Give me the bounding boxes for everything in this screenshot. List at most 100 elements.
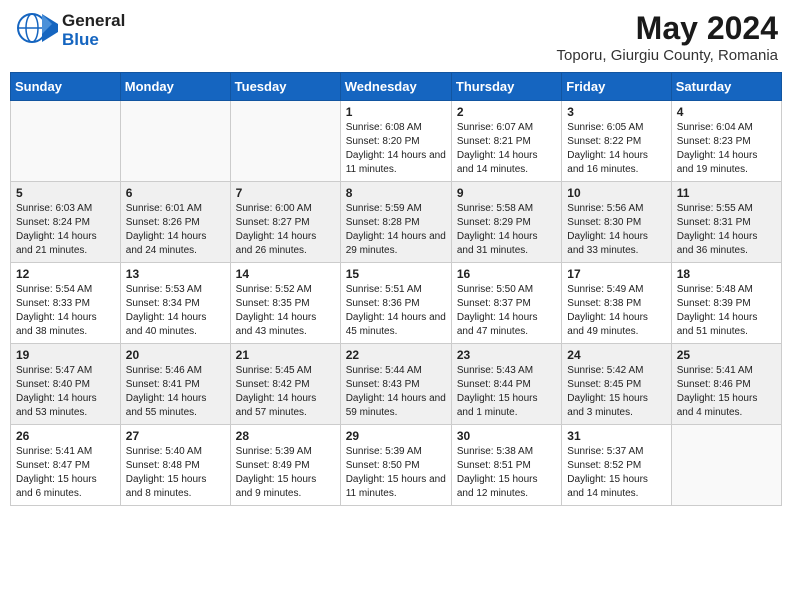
logo-general: General [62, 11, 125, 30]
calendar-cell: 12Sunrise: 5:54 AMSunset: 8:33 PMDayligh… [11, 263, 121, 344]
calendar-cell: 3 Sunrise: 6:05 AMSunset: 8:22 PMDaylight… [562, 101, 671, 182]
day-number: 8 [346, 186, 446, 200]
day-info: Sunrise: 6:08 AMSunset: 8:20 PMDaylight:… [346, 121, 446, 177]
day-info: Sunrise: 5:39 AMSunset: 8:50 PMDaylight:… [346, 445, 446, 501]
day-info: Sunrise: 5:42 AMSunset: 8:45 PMDaylight:… [567, 364, 665, 420]
day-number: 2 [457, 105, 556, 119]
calendar-cell [671, 425, 781, 506]
calendar-week-row: 12Sunrise: 5:54 AMSunset: 8:33 PMDayligh… [11, 263, 782, 344]
day-info: Sunrise: 6:00 AMSunset: 8:27 PMDaylight:… [236, 202, 335, 258]
calendar-cell [11, 101, 121, 182]
day-number: 15 [346, 267, 446, 281]
logo: General Blue [14, 10, 125, 51]
day-info: Sunrise: 5:39 AMSunset: 8:49 PMDaylight:… [236, 445, 335, 501]
calendar-table: SundayMondayTuesdayWednesdayThursdayFrid… [10, 72, 782, 506]
calendar-cell: 8Sunrise: 5:59 AMSunset: 8:28 PMDaylight… [340, 182, 451, 263]
calendar-cell: 2 Sunrise: 6:07 AMSunset: 8:21 PMDaylight… [451, 101, 561, 182]
calendar-cell [120, 101, 230, 182]
calendar-cell: 15 Sunrise: 5:51 AMSunset: 8:36 PMDayligh… [340, 263, 451, 344]
day-info: Sunrise: 5:54 AMSunset: 8:33 PMDaylight:… [16, 283, 115, 339]
day-info: Sunrise: 5:51 AMSunset: 8:36 PMDaylight:… [346, 283, 446, 339]
calendar-cell: 17 Sunrise: 5:49 AMSunset: 8:38 PMDayligh… [562, 263, 671, 344]
calendar-cell: 10 Sunrise: 5:56 AMSunset: 8:30 PMDayligh… [562, 182, 671, 263]
calendar-cell: 26 Sunrise: 5:41 AMSunset: 8:47 PMDayligh… [11, 425, 121, 506]
day-number: 22 [346, 348, 446, 362]
calendar-week-row: 1 Sunrise: 6:08 AMSunset: 8:20 PMDaylight… [11, 101, 782, 182]
day-number: 9 [457, 186, 556, 200]
day-info: Sunrise: 5:49 AMSunset: 8:38 PMDaylight:… [567, 283, 665, 339]
weekday-header: Sunday [11, 73, 121, 101]
calendar-week-row: 26 Sunrise: 5:41 AMSunset: 8:47 PMDayligh… [11, 425, 782, 506]
calendar-cell: 21 Sunrise: 5:45 AMSunset: 8:42 PMDayligh… [230, 344, 340, 425]
calendar-cell: 31 Sunrise: 5:37 AMSunset: 8:52 PMDayligh… [562, 425, 671, 506]
calendar-cell: 22Sunrise: 5:44 AMSunset: 8:43 PMDayligh… [340, 344, 451, 425]
day-info: Sunrise: 5:52 AMSunset: 8:35 PMDaylight:… [236, 283, 335, 339]
day-info: Sunrise: 5:38 AMSunset: 8:51 PMDaylight:… [457, 445, 556, 501]
day-number: 28 [236, 429, 335, 443]
calendar-cell: 30 Sunrise: 5:38 AMSunset: 8:51 PMDayligh… [451, 425, 561, 506]
day-info: Sunrise: 5:41 AMSunset: 8:47 PMDaylight:… [16, 445, 115, 501]
day-number: 31 [567, 429, 665, 443]
calendar-cell: 6 Sunrise: 6:01 AMSunset: 8:26 PMDaylight… [120, 182, 230, 263]
weekday-header: Saturday [671, 73, 781, 101]
day-number: 27 [126, 429, 225, 443]
day-info: Sunrise: 5:58 AMSunset: 8:29 PMDaylight:… [457, 202, 556, 258]
day-number: 16 [457, 267, 556, 281]
day-info: Sunrise: 5:43 AMSunset: 8:44 PMDaylight:… [457, 364, 556, 420]
calendar-cell: 5Sunrise: 6:03 AMSunset: 8:24 PMDaylight… [11, 182, 121, 263]
calendar-cell: 16Sunrise: 5:50 AMSunset: 8:37 PMDayligh… [451, 263, 561, 344]
day-info: Sunrise: 5:56 AMSunset: 8:30 PMDaylight:… [567, 202, 665, 258]
day-number: 7 [236, 186, 335, 200]
day-number: 1 [346, 105, 446, 119]
day-number: 17 [567, 267, 665, 281]
calendar-cell: 28 Sunrise: 5:39 AMSunset: 8:49 PMDayligh… [230, 425, 340, 506]
calendar-cell: 7 Sunrise: 6:00 AMSunset: 8:27 PMDaylight… [230, 182, 340, 263]
weekday-header: Friday [562, 73, 671, 101]
day-number: 20 [126, 348, 225, 362]
weekday-header: Monday [120, 73, 230, 101]
day-info: Sunrise: 5:46 AMSunset: 8:41 PMDaylight:… [126, 364, 225, 420]
day-info: Sunrise: 5:37 AMSunset: 8:52 PMDaylight:… [567, 445, 665, 501]
calendar-cell: 25Sunrise: 5:41 AMSunset: 8:46 PMDayligh… [671, 344, 781, 425]
calendar-cell: 18Sunrise: 5:48 AMSunset: 8:39 PMDayligh… [671, 263, 781, 344]
day-info: Sunrise: 6:03 AMSunset: 8:24 PMDaylight:… [16, 202, 115, 258]
day-number: 24 [567, 348, 665, 362]
calendar-cell: 27 Sunrise: 5:40 AMSunset: 8:48 PMDayligh… [120, 425, 230, 506]
day-number: 30 [457, 429, 556, 443]
location-title: Toporu, Giurgiu County, Romania [557, 47, 779, 64]
logo-blue: Blue [62, 30, 99, 49]
day-info: Sunrise: 5:41 AMSunset: 8:46 PMDaylight:… [677, 364, 776, 420]
day-number: 6 [126, 186, 225, 200]
day-info: Sunrise: 5:40 AMSunset: 8:48 PMDaylight:… [126, 445, 225, 501]
day-number: 13 [126, 267, 225, 281]
day-info: Sunrise: 6:01 AMSunset: 8:26 PMDaylight:… [126, 202, 225, 258]
calendar-cell: 9 Sunrise: 5:58 AMSunset: 8:29 PMDaylight… [451, 182, 561, 263]
title-block: May 2024 Toporu, Giurgiu County, Romania [557, 10, 779, 64]
day-info: Sunrise: 5:55 AMSunset: 8:31 PMDaylight:… [677, 202, 776, 258]
day-info: Sunrise: 6:05 AMSunset: 8:22 PMDaylight:… [567, 121, 665, 177]
day-number: 19 [16, 348, 115, 362]
day-number: 26 [16, 429, 115, 443]
weekday-header: Tuesday [230, 73, 340, 101]
day-number: 10 [567, 186, 665, 200]
day-number: 3 [567, 105, 665, 119]
calendar-cell: 24 Sunrise: 5:42 AMSunset: 8:45 PMDayligh… [562, 344, 671, 425]
calendar-week-row: 19Sunrise: 5:47 AMSunset: 8:40 PMDayligh… [11, 344, 782, 425]
day-info: Sunrise: 6:07 AMSunset: 8:21 PMDaylight:… [457, 121, 556, 177]
day-info: Sunrise: 5:45 AMSunset: 8:42 PMDaylight:… [236, 364, 335, 420]
weekday-header: Wednesday [340, 73, 451, 101]
day-info: Sunrise: 6:04 AMSunset: 8:23 PMDaylight:… [677, 121, 776, 177]
calendar-header-row: SundayMondayTuesdayWednesdayThursdayFrid… [11, 73, 782, 101]
calendar-cell: 13 Sunrise: 5:53 AMSunset: 8:34 PMDayligh… [120, 263, 230, 344]
calendar-cell [230, 101, 340, 182]
calendar-cell: 14Sunrise: 5:52 AMSunset: 8:35 PMDayligh… [230, 263, 340, 344]
day-number: 21 [236, 348, 335, 362]
calendar-cell: 11Sunrise: 5:55 AMSunset: 8:31 PMDayligh… [671, 182, 781, 263]
calendar-cell: 20 Sunrise: 5:46 AMSunset: 8:41 PMDayligh… [120, 344, 230, 425]
day-info: Sunrise: 5:53 AMSunset: 8:34 PMDaylight:… [126, 283, 225, 339]
logo-icon [14, 10, 58, 51]
month-title: May 2024 [557, 10, 779, 47]
calendar-cell: 1 Sunrise: 6:08 AMSunset: 8:20 PMDaylight… [340, 101, 451, 182]
day-number: 18 [677, 267, 776, 281]
weekday-header: Thursday [451, 73, 561, 101]
